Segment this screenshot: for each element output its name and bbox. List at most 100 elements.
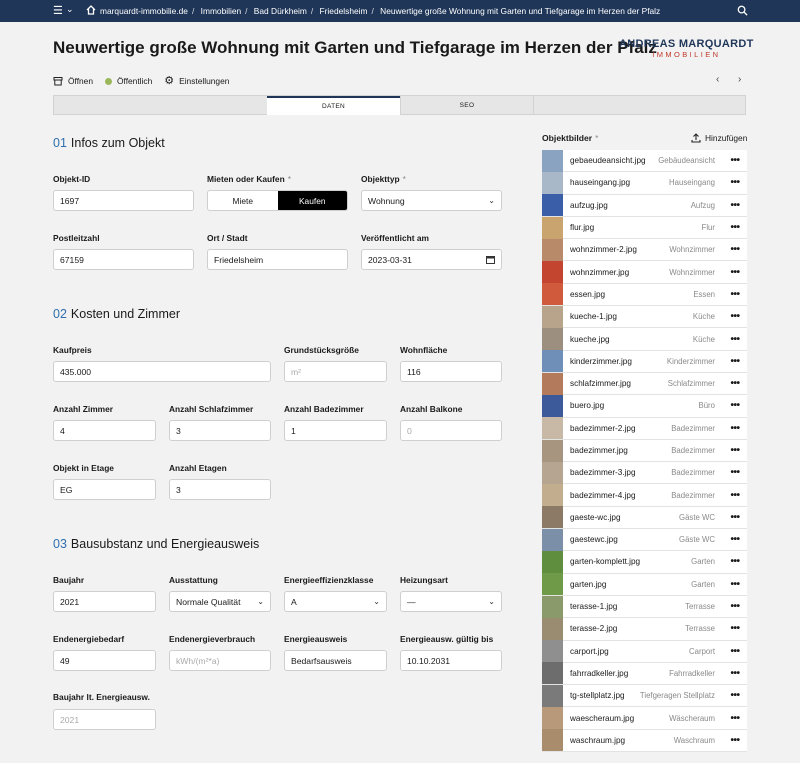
more-options-icon[interactable]: ••• xyxy=(725,334,745,345)
image-list-item[interactable]: flur.jpg Flur ••• xyxy=(542,216,747,240)
objekt-id-field[interactable]: 1697 xyxy=(53,190,194,211)
kaufpreis-field[interactable]: 435.000 xyxy=(53,361,271,382)
schlafzimmer-field[interactable]: 3 xyxy=(169,420,271,441)
endbedarf-field[interactable]: 49 xyxy=(53,650,156,671)
image-list-item[interactable]: terasse-1.jpg Terrasse ••• xyxy=(542,595,747,619)
image-list-item[interactable]: badezimmer.jpg Badezimmer ••• xyxy=(542,439,747,463)
search-icon[interactable] xyxy=(737,5,748,16)
previous-arrow-icon[interactable]: ‹ xyxy=(716,74,719,85)
effizienz-select[interactable]: A ⌄ xyxy=(284,591,387,612)
more-options-icon[interactable]: ••• xyxy=(725,378,745,389)
image-list-item[interactable]: badezimmer-3.jpg Badezimmer ••• xyxy=(542,461,747,485)
image-list-item[interactable]: tg-stellplatz.jpg Tiefgeragen Stellplatz •… xyxy=(542,684,747,708)
more-options-icon[interactable]: ••• xyxy=(725,222,745,233)
more-options-icon[interactable]: ••• xyxy=(725,400,745,411)
image-list-item[interactable]: buero.jpg Büro ••• xyxy=(542,394,747,418)
image-list-item[interactable]: kueche-1.jpg Küche ••• xyxy=(542,305,747,329)
settings-button[interactable]: ⚙ Einstellungen xyxy=(164,76,229,87)
gueltig-field[interactable]: 10.10.2031 xyxy=(400,650,502,671)
add-image-button[interactable]: Hinzufügen xyxy=(691,133,747,143)
more-options-icon[interactable]: ••• xyxy=(725,623,745,634)
breadcrumb-item-immobilien[interactable]: Immobilien xyxy=(201,6,242,16)
chevron-down-icon[interactable]: ⌄ xyxy=(66,4,74,15)
image-list-item[interactable]: kueche.jpg Küche ••• xyxy=(542,328,747,351)
tab-daten[interactable]: DATEN xyxy=(267,96,400,115)
option-kaufen[interactable]: Kaufen xyxy=(277,191,347,210)
hamburger-menu-icon[interactable]: ☰ xyxy=(53,5,63,17)
endverbrauch-field[interactable]: kWh/(m²*a) xyxy=(169,650,271,671)
more-options-icon[interactable]: ••• xyxy=(725,177,745,188)
baujahr-field[interactable]: 2021 xyxy=(53,591,156,612)
more-options-icon[interactable]: ••• xyxy=(725,534,745,545)
more-options-icon[interactable]: ••• xyxy=(725,690,745,701)
more-options-icon[interactable]: ••• xyxy=(725,200,745,211)
image-list-item[interactable]: wohnzimmer-2.jpg Wohnzimmer ••• xyxy=(542,238,747,262)
open-button[interactable]: Öffnen xyxy=(53,76,93,86)
image-list-item[interactable]: gaeste-wc.jpg Gäste WC ••• xyxy=(542,506,747,530)
image-thumbnail xyxy=(542,617,563,640)
etage-field[interactable]: EG xyxy=(53,479,156,500)
image-list-item[interactable]: garten-komplett.jpg Garten ••• xyxy=(542,551,747,574)
more-options-icon[interactable]: ••• xyxy=(725,467,745,478)
zimmer-field[interactable]: 4 xyxy=(53,420,156,441)
more-options-icon[interactable]: ••• xyxy=(725,556,745,567)
image-list-item[interactable]: badezimmer-2.jpg Badezimmer ••• xyxy=(542,417,747,440)
tab-seo[interactable]: SEO xyxy=(400,96,533,115)
more-options-icon[interactable]: ••• xyxy=(725,155,745,166)
postleitzahl-field[interactable]: 67159 xyxy=(53,249,194,270)
more-options-icon[interactable]: ••• xyxy=(725,423,745,434)
image-filename: kinderzimmer.jpg xyxy=(570,356,632,366)
image-thumbnail xyxy=(542,461,563,484)
more-options-icon[interactable]: ••• xyxy=(725,289,745,300)
next-arrow-icon[interactable]: › xyxy=(738,74,741,85)
image-list-item[interactable]: kinderzimmer.jpg Kinderzimmer ••• xyxy=(542,350,747,373)
more-options-icon[interactable]: ••• xyxy=(725,356,745,367)
image-list-item[interactable]: carport.jpg Carport ••• xyxy=(542,640,747,663)
breadcrumb-item-town[interactable]: Friedelsheim xyxy=(320,6,368,16)
option-miete[interactable]: Miete xyxy=(208,191,278,210)
etagen-field[interactable]: 3 xyxy=(169,479,271,500)
image-list-item[interactable]: schlafzimmer.jpg Schlafzimmer ••• xyxy=(542,372,747,396)
more-options-icon[interactable]: ••• xyxy=(725,445,745,456)
image-list-item[interactable]: gebaeudeansicht.jpg Gebäudeansicht ••• xyxy=(542,149,747,173)
image-list-item[interactable]: aufzug.jpg Aufzug ••• xyxy=(542,194,747,217)
veroeffentlicht-date-field[interactable]: 2023-03-31 xyxy=(361,249,502,270)
more-options-icon[interactable]: ••• xyxy=(725,735,745,746)
image-list-item[interactable]: waschraum.jpg Waschraum ••• xyxy=(542,729,747,753)
image-list-item[interactable]: wohnzimmer.jpg Wohnzimmer ••• xyxy=(542,261,747,284)
breadcrumb-item-region[interactable]: Bad Dürkheim xyxy=(254,6,307,16)
public-status-toggle[interactable]: Öffentlich xyxy=(105,76,152,86)
more-options-icon[interactable]: ••• xyxy=(725,244,745,255)
ort-field[interactable]: Friedelsheim xyxy=(207,249,348,270)
image-list-item[interactable]: garten.jpg Garten ••• xyxy=(542,573,747,596)
image-list-item[interactable]: waescheraum.jpg Wäscheraum ••• xyxy=(542,707,747,730)
more-options-icon[interactable]: ••• xyxy=(725,267,745,278)
balkone-field[interactable]: 0 xyxy=(400,420,502,441)
more-options-icon[interactable]: ••• xyxy=(725,490,745,501)
more-options-icon[interactable]: ••• xyxy=(725,601,745,612)
image-list-item[interactable]: fahrradkeller.jpg Fahrradkeller ••• xyxy=(542,662,747,686)
image-list-item[interactable]: badezimmer-4.jpg Badezimmer ••• xyxy=(542,484,747,507)
image-list-item[interactable]: terasse-2.jpg Terrasse ••• xyxy=(542,617,747,641)
image-list-item[interactable]: essen.jpg Essen ••• xyxy=(542,283,747,307)
more-options-icon[interactable]: ••• xyxy=(725,311,745,322)
ausweis-field[interactable]: Bedarfsausweis xyxy=(284,650,387,671)
baujahr-ausweis-field[interactable]: 2021 xyxy=(53,709,156,730)
more-options-icon[interactable]: ••• xyxy=(725,646,745,657)
image-list-item[interactable]: gaestewc.jpg Gäste WC ••• xyxy=(542,528,747,552)
wohnflaeche-field[interactable]: 116 xyxy=(400,361,502,382)
more-options-icon[interactable]: ••• xyxy=(725,512,745,523)
more-options-icon[interactable]: ••• xyxy=(725,713,745,724)
badezimmer-field[interactable]: 1 xyxy=(284,420,387,441)
more-options-icon[interactable]: ••• xyxy=(725,579,745,590)
heizung-select[interactable]: — ⌄ xyxy=(400,591,502,612)
objekttyp-select[interactable]: Wohnung ⌄ xyxy=(361,190,502,211)
home-icon[interactable] xyxy=(86,4,96,16)
more-options-icon[interactable]: ••• xyxy=(725,668,745,679)
breadcrumb-item-site[interactable]: marquardt-immobilie.de xyxy=(100,6,188,16)
calendar-icon[interactable] xyxy=(486,255,495,264)
image-list-item[interactable]: hauseingang.jpg Hauseingang ••• xyxy=(542,171,747,195)
image-caption: Badezimmer xyxy=(671,446,715,455)
ausstattung-select[interactable]: Normale Qualität ⌄ xyxy=(169,591,271,612)
grundstueck-field[interactable]: m² xyxy=(284,361,387,382)
